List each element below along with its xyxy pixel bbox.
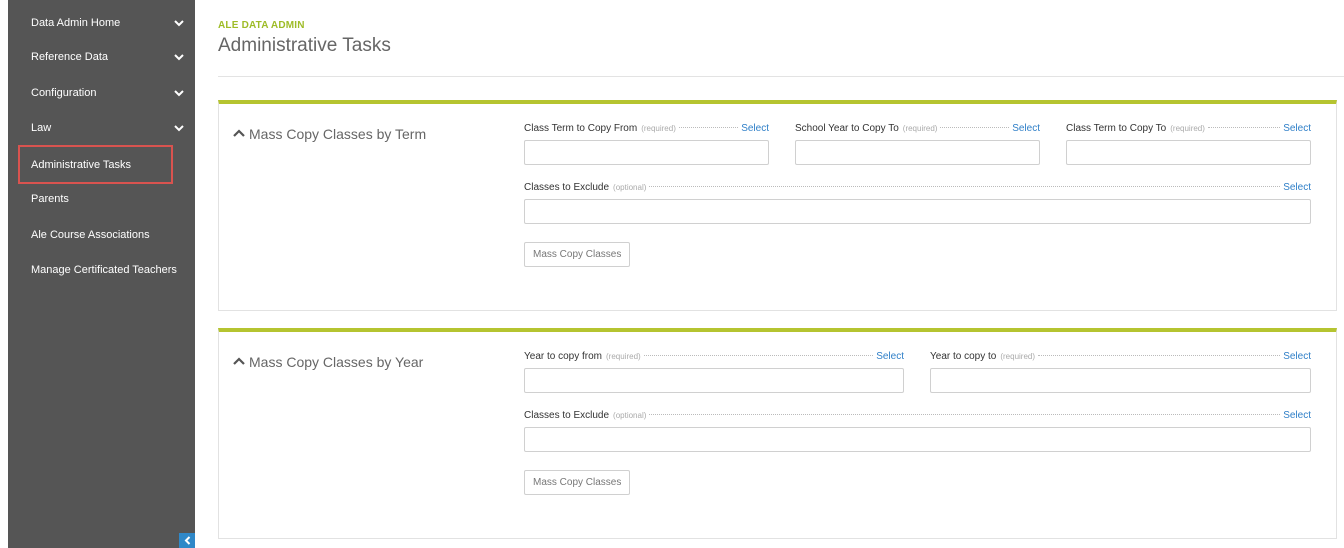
sidebar-item-manage-certificated-teachers[interactable]: Manage Certificated Teachers [8, 253, 195, 287]
chevron-up-icon [233, 357, 245, 367]
panel-toggle-year[interactable]: Mass Copy Classes by Year [233, 354, 423, 370]
field-label: Classes to Exclude [524, 410, 610, 421]
field-hint: (optional) [613, 411, 647, 420]
panel-title: Mass Copy Classes by Term [249, 126, 427, 142]
page-title: Administrative Tasks [218, 35, 391, 56]
select-link[interactable]: Select [741, 123, 769, 134]
sidebar-item-configuration[interactable]: Configuration [8, 76, 195, 110]
field-hint: (required) [902, 124, 938, 133]
panel-toggle-term[interactable]: Mass Copy Classes by Term [233, 126, 426, 142]
leader-dots [1038, 355, 1281, 356]
select-link[interactable]: Select [876, 351, 904, 362]
sidebar-item-label: Reference Data [31, 51, 109, 63]
sidebar-item-label: Ale Course Associations [31, 229, 150, 241]
field-hint: (required) [1000, 352, 1036, 361]
year-copy-to-field: Year to copy to (required) Select [930, 351, 1311, 393]
sidebar-item-reference-data[interactable]: Reference Data [8, 40, 195, 74]
year-copy-from-input[interactable] [524, 368, 904, 393]
school-year-copy-to-input[interactable] [795, 140, 1040, 165]
chevron-down-icon [173, 87, 185, 99]
select-link[interactable]: Select [1012, 123, 1040, 134]
year-copy-from-field: Year to copy from (required) Select [524, 351, 904, 393]
sidebar-item-label: Configuration [31, 87, 97, 99]
class-term-copy-from-field: Class Term to Copy From (required) Selec… [524, 123, 769, 165]
leader-dots [678, 127, 739, 128]
mass-copy-classes-button[interactable]: Mass Copy Classes [524, 470, 631, 495]
chevron-left-icon [184, 536, 191, 545]
classes-to-exclude-field: Classes to Exclude (optional) Select [524, 182, 1311, 224]
leader-dots [1207, 127, 1281, 128]
sidebar-item-label: Parents [31, 193, 69, 205]
field-hint: (required) [1170, 124, 1205, 133]
panel-title: Mass Copy Classes by Year [249, 354, 424, 370]
sidebar: Data Admin Home Reference Data Configura… [8, 0, 195, 548]
chevron-down-icon [173, 122, 185, 134]
sidebar-item-ale-course-associations[interactable]: Ale Course Associations [8, 218, 195, 252]
leader-dots [940, 127, 1010, 128]
sidebar-item-parents[interactable]: Parents [8, 182, 195, 216]
select-link[interactable]: Select [1283, 410, 1311, 421]
chevron-down-icon [173, 17, 185, 29]
select-link[interactable]: Select [1283, 123, 1311, 134]
field-label: Classes to Exclude [524, 182, 610, 193]
class-term-copy-to-input[interactable] [1066, 140, 1311, 165]
classes-to-exclude-input[interactable] [524, 427, 1311, 452]
header-divider [218, 76, 1344, 77]
select-link[interactable]: Select [1283, 351, 1311, 362]
sidebar-item-label: Manage Certificated Teachers [31, 264, 177, 276]
class-term-copy-from-input[interactable] [524, 140, 769, 165]
field-hint: (required) [606, 352, 641, 361]
leader-dots [649, 414, 1281, 415]
classes-to-exclude-input[interactable] [524, 199, 1311, 224]
field-label: Class Term to Copy To [1066, 123, 1167, 134]
chevron-up-icon [233, 129, 245, 139]
mass-copy-classes-button[interactable]: Mass Copy Classes [524, 242, 631, 267]
field-hint: (required) [641, 124, 676, 133]
sidebar-item-label: Law [31, 122, 52, 134]
field-label: Year to copy to [930, 351, 997, 362]
select-link[interactable]: Select [1283, 182, 1311, 193]
page-header: ALE DATA ADMIN Administrative Tasks [218, 20, 391, 57]
sidebar-collapse-button[interactable] [179, 533, 195, 548]
field-label: Year to copy from [524, 351, 603, 362]
field-hint: (optional) [613, 183, 647, 192]
year-copy-to-input[interactable] [930, 368, 1311, 393]
leader-dots [643, 355, 874, 356]
panel-mass-copy-by-year: Mass Copy Classes by Year Year to copy f… [218, 328, 1337, 539]
sidebar-item-data-admin-home[interactable]: Data Admin Home [8, 6, 195, 40]
class-term-copy-to-field: Class Term to Copy To (required) Select [1066, 123, 1311, 165]
panel-mass-copy-by-term: Mass Copy Classes by Term Class Term to … [218, 100, 1337, 311]
sidebar-item-administrative-tasks[interactable]: Administrative Tasks [18, 145, 173, 184]
sidebar-item-label: Administrative Tasks [31, 158, 132, 171]
page-eyebrow: ALE DATA ADMIN [218, 20, 305, 31]
sidebar-item-label: Data Admin Home [31, 17, 121, 29]
field-label: School Year to Copy To [795, 123, 899, 134]
school-year-copy-to-field: School Year to Copy To (required) Select [795, 123, 1040, 165]
chevron-down-icon [173, 51, 185, 63]
sidebar-item-law[interactable]: Law [8, 111, 195, 145]
leader-dots [649, 186, 1281, 187]
field-label: Class Term to Copy From [524, 123, 638, 134]
classes-to-exclude-field: Classes to Exclude (optional) Select [524, 410, 1311, 452]
